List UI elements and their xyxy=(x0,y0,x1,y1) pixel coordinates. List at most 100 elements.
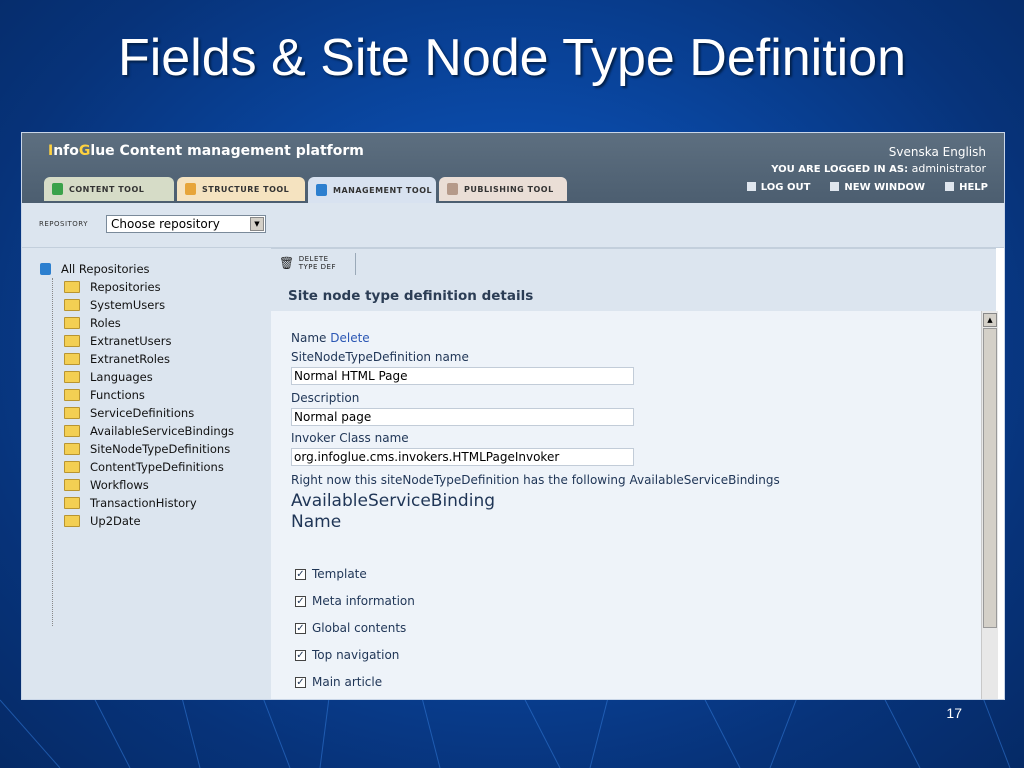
tab-label: PUBLISHING TOOL xyxy=(464,184,554,194)
delete-type-def-button[interactable]: 🗑 DELETE TYPE DEF xyxy=(279,255,336,271)
content-tool-icon xyxy=(52,183,63,195)
app-brand: InfoGlue Content management platform xyxy=(48,143,364,159)
details-toolbar: 🗑 DELETE TYPE DEF xyxy=(271,248,996,282)
name-row: Name Delete xyxy=(291,331,370,345)
checkbox-checked[interactable]: ✓ xyxy=(295,568,306,580)
tree-item-extranetroles[interactable]: ExtranetRoles xyxy=(64,350,234,368)
new-window-button[interactable]: NEW WINDOW xyxy=(830,182,925,193)
logout-icon xyxy=(746,182,756,191)
tree-item-languages[interactable]: Languages xyxy=(64,368,234,386)
new-window-icon xyxy=(830,182,840,191)
tree-item-label: ExtranetRoles xyxy=(90,352,171,366)
brand-letter-g: G xyxy=(78,143,91,159)
trash-icon: 🗑 xyxy=(279,256,295,270)
tree-item-extranetusers[interactable]: ExtranetUsers xyxy=(64,332,234,350)
tab-label: MANAGEMENT TOOL xyxy=(333,185,433,195)
tree-item-label: Repositories xyxy=(90,280,161,294)
help-button[interactable]: HELP xyxy=(945,182,988,193)
description-field[interactable]: Normal page xyxy=(291,408,634,426)
repository-label: REPOSITORY xyxy=(39,220,89,228)
description-label: Description xyxy=(291,391,360,405)
tree-item-label: Functions xyxy=(90,388,145,402)
delete-label-line2: TYPE DEF xyxy=(298,263,336,271)
tree-item-repositories[interactable]: Repositories xyxy=(64,278,234,296)
tree-item-label: ContentTypeDefinitions xyxy=(90,460,224,474)
background-lines xyxy=(0,690,1011,768)
binding-main-article[interactable]: ✓ Main article xyxy=(295,675,382,689)
repository-bar: REPOSITORY Choose repository ▼ xyxy=(22,203,1004,248)
section-title: Site node type definition details xyxy=(271,281,996,311)
language-links[interactable]: Svenska English xyxy=(889,145,986,159)
repository-select[interactable]: Choose repository ▼ xyxy=(106,215,266,233)
checkbox-checked[interactable]: ✓ xyxy=(295,595,306,607)
details-panel: Name Delete SiteNodeTypeDefinition name … xyxy=(271,311,981,699)
publishing-tool-icon xyxy=(447,183,458,195)
folder-icon xyxy=(64,371,80,383)
binding-label: Template xyxy=(312,567,367,581)
management-tool-icon xyxy=(316,184,327,196)
folder-icon xyxy=(64,281,80,293)
tree-item-functions[interactable]: Functions xyxy=(64,386,234,404)
tree-root[interactable]: All Repositories xyxy=(40,260,234,278)
binding-top-navigation[interactable]: ✓ Top navigation xyxy=(295,648,399,662)
folder-icon xyxy=(64,335,80,347)
sntd-name-field[interactable]: Normal HTML Page xyxy=(291,367,634,385)
tree-item-transactionhistory[interactable]: TransactionHistory xyxy=(64,494,234,512)
delete-label-line1: DELETE xyxy=(298,255,329,263)
tree-item-servicedefinitions[interactable]: ServiceDefinitions xyxy=(64,404,234,422)
tree-item-workflows[interactable]: Workflows xyxy=(64,476,234,494)
tree-item-systemusers[interactable]: SystemUsers xyxy=(64,296,234,314)
help-label: HELP xyxy=(959,182,988,193)
tree-item-label: ServiceDefinitions xyxy=(90,406,195,420)
binding-meta-information[interactable]: ✓ Meta information xyxy=(295,594,415,608)
tab-management-tool[interactable]: MANAGEMENT TOOL xyxy=(308,177,436,203)
bindings-header-line2: Name xyxy=(291,512,342,532)
tab-publishing-tool[interactable]: PUBLISHING TOOL xyxy=(439,177,567,201)
tree-item-availableservicebindings[interactable]: AvailableServiceBindings xyxy=(64,422,234,440)
tree-item-label: ExtranetUsers xyxy=(90,334,172,348)
tab-content-tool[interactable]: CONTENT TOOL xyxy=(44,177,174,201)
delete-type-def-label: DELETE TYPE DEF xyxy=(299,255,336,271)
scroll-up-arrow-icon[interactable]: ▲ xyxy=(983,313,997,327)
logout-button[interactable]: LOG OUT xyxy=(746,182,811,193)
binding-global-contents[interactable]: ✓ Global contents xyxy=(295,621,406,635)
tree-item-roles[interactable]: Roles xyxy=(64,314,234,332)
chevron-down-icon[interactable]: ▼ xyxy=(250,217,264,231)
tree-item-up2date[interactable]: Up2Date xyxy=(64,512,234,530)
tree-root-label: All Repositories xyxy=(61,262,150,276)
delete-link[interactable]: Delete xyxy=(330,331,369,345)
tree-item-contenttypedefinitions[interactable]: ContentTypeDefinitions xyxy=(64,458,234,476)
details-scrollbar[interactable]: ▲ xyxy=(981,311,998,699)
logout-label: LOG OUT xyxy=(760,182,811,193)
tree-item-label: SiteNodeTypeDefinitions xyxy=(90,442,231,456)
invoker-field[interactable]: org.infoglue.cms.invokers.HTMLPageInvoke… xyxy=(291,448,634,466)
logged-in-user: administrator xyxy=(911,162,986,175)
tab-label: CONTENT TOOL xyxy=(69,184,145,194)
checkbox-checked[interactable]: ✓ xyxy=(295,676,306,688)
binding-label: Global contents xyxy=(312,621,407,635)
brand-text-rest: lue Content management platform xyxy=(90,143,364,159)
folder-icon xyxy=(64,497,80,509)
folder-icon xyxy=(64,353,80,365)
tree-item-sitenodetypedefinitions[interactable]: SiteNodeTypeDefinitions xyxy=(64,440,234,458)
slide-title: Fields & Site Node Type Definition xyxy=(117,29,907,87)
new-window-label: NEW WINDOW xyxy=(844,182,926,193)
folder-icon xyxy=(64,461,80,473)
slide-number: 17 xyxy=(946,705,962,721)
tree-item-label: AvailableServiceBindings xyxy=(90,424,235,438)
scroll-thumb[interactable] xyxy=(983,328,997,628)
checkbox-checked[interactable]: ✓ xyxy=(295,622,306,634)
folder-icon xyxy=(64,407,80,419)
top-actions: LOG OUT NEW WINDOW HELP xyxy=(746,182,988,193)
repository-cube-icon xyxy=(40,263,51,275)
brand-text-nfo: nfo xyxy=(53,143,79,159)
invoker-label: Invoker Class name xyxy=(291,431,409,445)
checkbox-checked[interactable]: ✓ xyxy=(295,649,306,661)
tree-item-label: Up2Date xyxy=(90,514,141,528)
structure-tool-icon xyxy=(185,183,196,195)
tree-item-label: Languages xyxy=(90,370,153,384)
tab-structure-tool[interactable]: STRUCTURE TOOL xyxy=(177,177,305,201)
binding-template[interactable]: ✓ Template xyxy=(295,567,367,581)
folder-icon xyxy=(64,443,80,455)
folder-icon xyxy=(64,425,80,437)
